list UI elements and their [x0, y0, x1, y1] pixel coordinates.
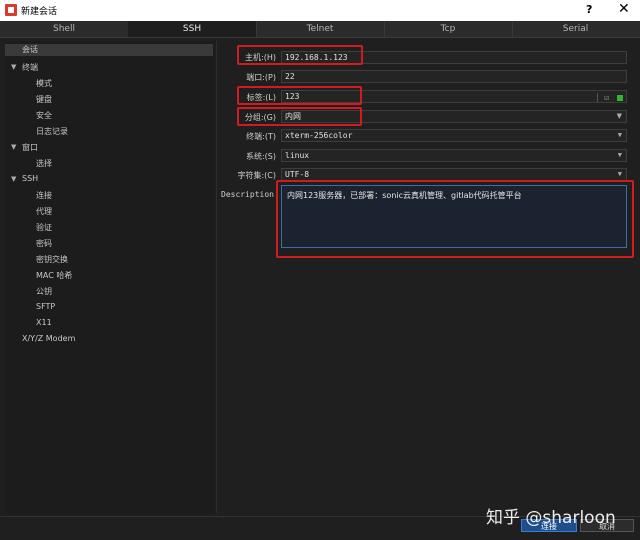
- chevron-down-icon: ▼: [617, 151, 622, 159]
- terminal-label: 终端:(T): [246, 132, 276, 141]
- tree-item-selection[interactable]: 选择: [36, 158, 52, 169]
- protocol-tabs: Shell SSH Telnet Tcp Serial: [0, 21, 640, 38]
- tree-item-session[interactable]: 会话: [5, 44, 213, 56]
- window-title: 新建会话: [21, 7, 58, 17]
- edit-icon[interactable]: ☑: [604, 93, 609, 102]
- tree-item-logging[interactable]: 日志记录: [36, 126, 68, 137]
- terminal-value: xterm-256color: [285, 131, 353, 140]
- tab-serial[interactable]: Serial: [512, 21, 639, 37]
- highlight-box-description: [276, 180, 634, 258]
- tree-item-sftp[interactable]: SFTP: [36, 302, 55, 311]
- color-swatch-icon[interactable]: [617, 94, 623, 101]
- tree-item-kex[interactable]: 密钥交换: [36, 254, 68, 265]
- port-input[interactable]: 22: [281, 70, 627, 83]
- tree-item-x11[interactable]: X11: [36, 318, 52, 327]
- tree-item-auth[interactable]: 验证: [36, 222, 52, 233]
- highlight-box-group: [237, 107, 362, 126]
- description-label: Description: [221, 190, 274, 199]
- terminal-select[interactable]: xterm-256color ▼: [281, 129, 627, 142]
- tree-item-xyz-modem[interactable]: X/Y/Z Modem: [22, 334, 75, 343]
- chevron-down-icon: ▼: [617, 131, 622, 139]
- chevron-down-icon: ▼: [616, 112, 622, 120]
- system-label: 系统:(S): [245, 152, 276, 161]
- tree-item-cipher[interactable]: 密码: [36, 238, 52, 249]
- port-label: 端口:(P): [246, 73, 276, 82]
- tree-item-security[interactable]: 安全: [36, 110, 52, 121]
- watermark: 知乎 @sharloon: [486, 508, 616, 528]
- tab-tcp[interactable]: Tcp: [384, 21, 513, 37]
- system-select[interactable]: linux ▼: [281, 149, 627, 162]
- tree-item-mac[interactable]: MAC 哈希: [36, 270, 72, 281]
- system-value: linux: [285, 151, 310, 160]
- port-value: 22: [285, 72, 295, 81]
- tab-shell[interactable]: Shell: [0, 21, 129, 37]
- chevron-down-icon[interactable]: ▼: [11, 63, 16, 71]
- help-icon[interactable]: ?: [586, 3, 592, 16]
- chevron-down-icon[interactable]: ▼: [11, 143, 16, 151]
- chevron-down-icon: ▼: [617, 170, 622, 178]
- highlight-box-host: [237, 45, 363, 65]
- app-logo-icon: [5, 4, 17, 16]
- tree-item-mode[interactable]: 模式: [36, 78, 52, 89]
- tab-ssh[interactable]: SSH: [128, 21, 257, 37]
- title-bar: 新建会话 ? ✕: [0, 0, 640, 21]
- tree-item-pubkey[interactable]: 公钥: [36, 286, 52, 297]
- splitter[interactable]: [216, 41, 217, 513]
- tab-telnet[interactable]: Telnet: [256, 21, 385, 37]
- tree-item-proxy[interactable]: 代理: [36, 206, 52, 217]
- close-icon[interactable]: ✕: [618, 1, 630, 17]
- tree-item-connection[interactable]: 连接: [36, 190, 52, 201]
- settings-tree: 会话 ▼ 终端 模式 键盘 安全 日志记录 ▼ 窗口 选择 ▼ SSH 连接 代…: [5, 41, 215, 513]
- chevron-down-icon[interactable]: ▼: [11, 175, 16, 183]
- charset-value: UTF-8: [285, 170, 310, 179]
- tree-item-keyboard[interactable]: 键盘: [36, 94, 52, 105]
- highlight-box-tag: [237, 86, 362, 105]
- tree-item-terminal[interactable]: 终端: [22, 62, 38, 73]
- charset-label: 字符集:(C): [237, 171, 276, 180]
- tree-item-window[interactable]: 窗口: [22, 142, 38, 153]
- tree-item-ssh[interactable]: SSH: [22, 174, 38, 183]
